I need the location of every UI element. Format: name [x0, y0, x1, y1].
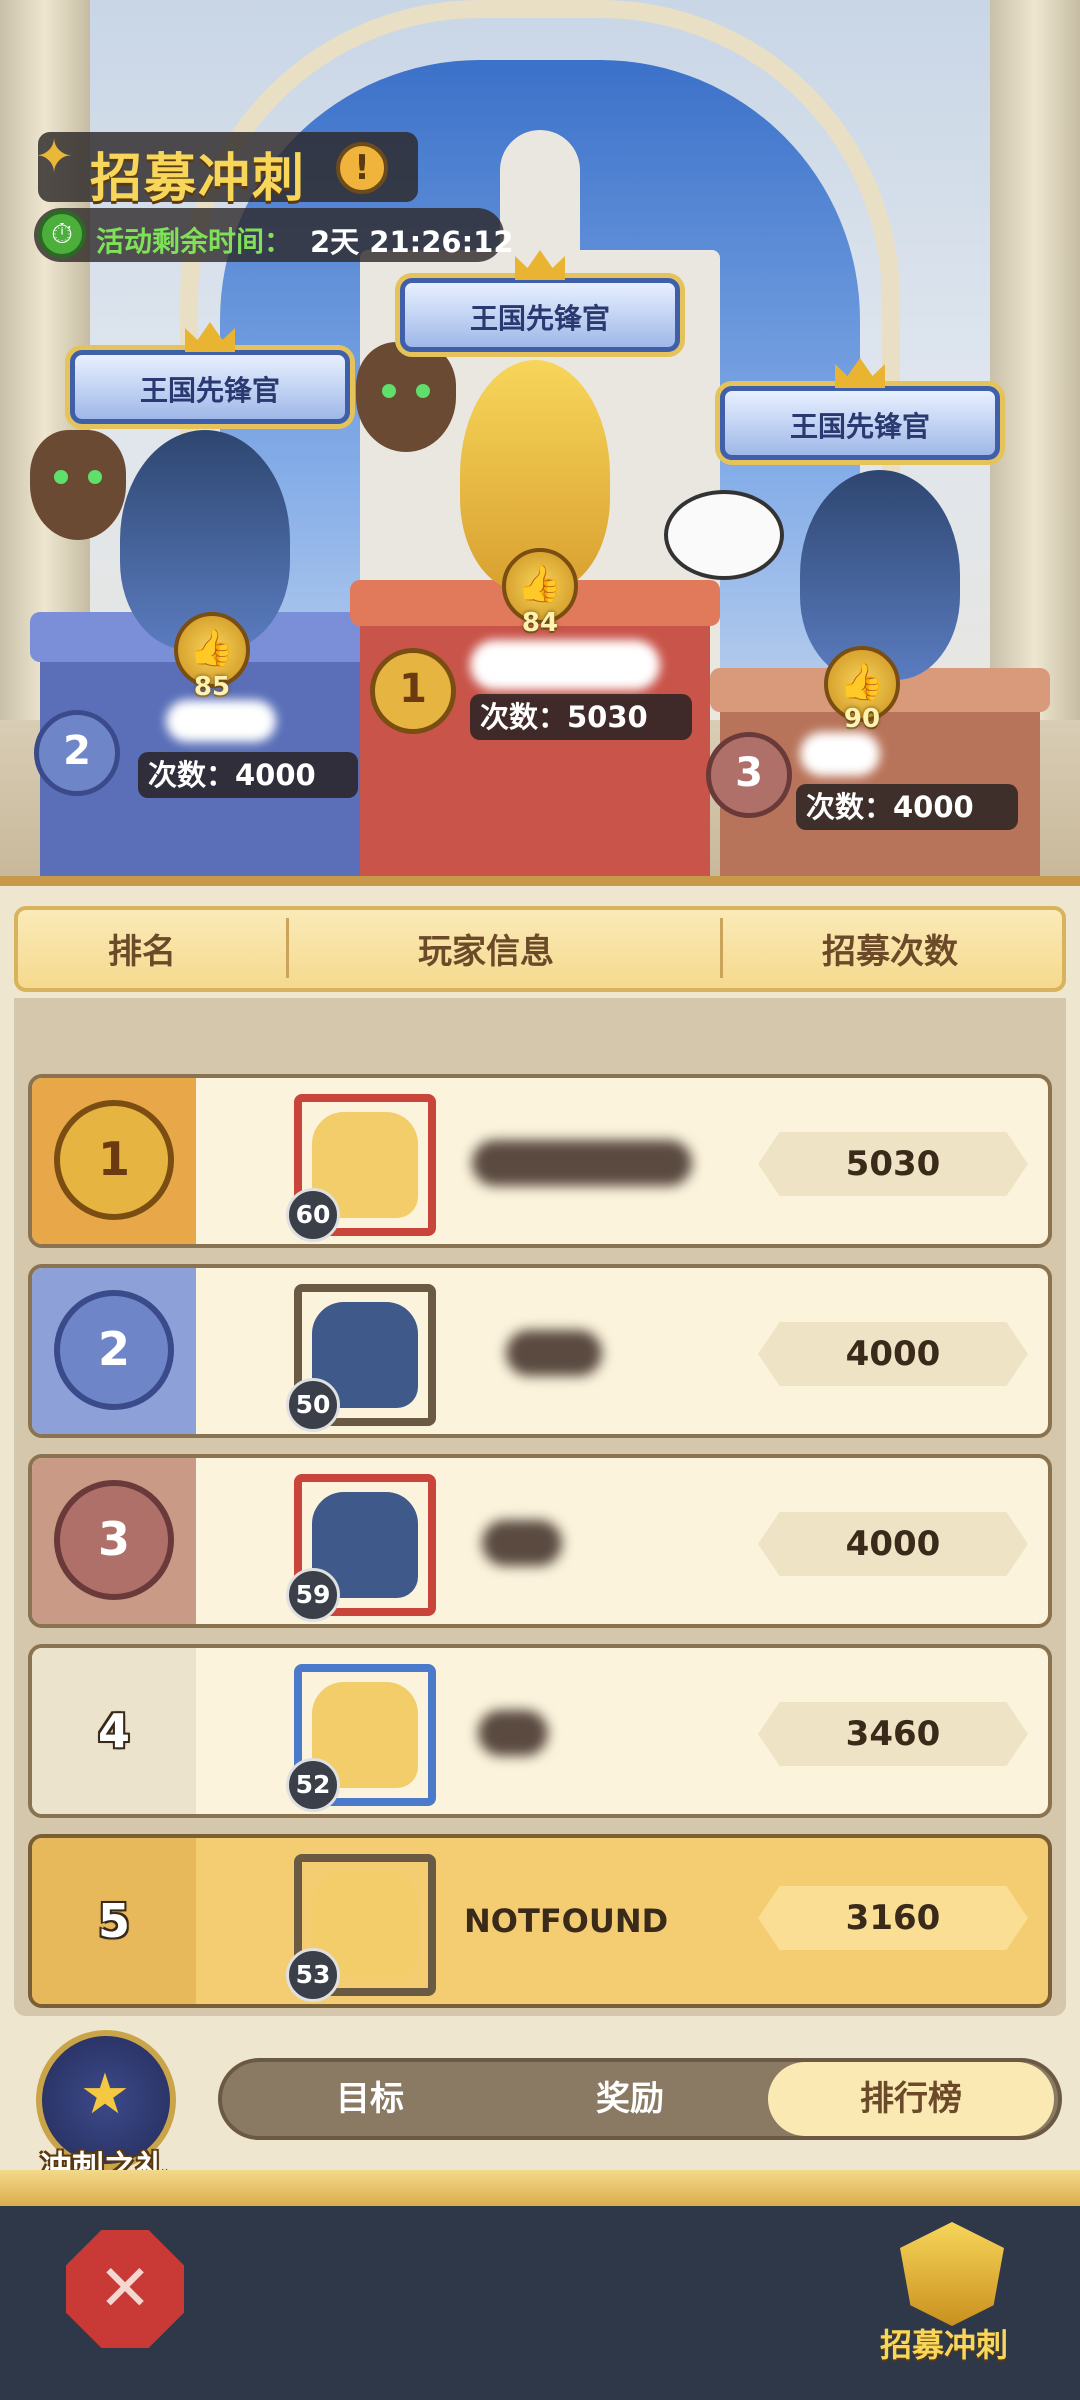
banner-text: 王国先锋官	[789, 410, 930, 443]
rank-3-medal-icon: 3	[706, 732, 792, 818]
recruit-count: 4000	[758, 1322, 1028, 1386]
title-banner-third: 王国先锋官	[720, 386, 1000, 460]
rank-1-medal-icon: 1	[370, 648, 456, 734]
level-badge: 60	[286, 1188, 340, 1242]
level-badge: 59	[286, 1568, 340, 1622]
rank-1-medal-icon: 1	[54, 1100, 174, 1220]
groot-pet-left	[30, 430, 126, 540]
blurred-name-second	[166, 700, 276, 742]
recruit-count: 5030	[758, 1132, 1028, 1196]
event-title: 招募冲刺	[90, 149, 307, 209]
tab-leaderboard[interactable]: 排行榜	[768, 2062, 1054, 2136]
title-banner-first: 王国先锋官	[400, 278, 680, 352]
recruit-count: 3460	[758, 1702, 1028, 1766]
blurred-name	[478, 1710, 548, 1756]
count-second: 次数：4000	[138, 752, 358, 798]
recruit-count: 3160	[758, 1886, 1028, 1950]
info-icon[interactable]: !	[336, 142, 388, 194]
blurred-name-third	[800, 732, 880, 776]
banner-text: 王国先锋官	[139, 374, 280, 407]
table-row[interactable]: 1 60 ✦ 5030	[28, 1074, 1052, 1248]
recruit-count: 4000	[758, 1512, 1028, 1576]
table-row[interactable]: 3 59 4000	[28, 1454, 1052, 1628]
blurred-name	[482, 1520, 562, 1566]
header-player: 玩家信息	[418, 932, 554, 972]
table-row-self[interactable]: 5 53 NOTFOUND 3160	[28, 1834, 1052, 2008]
header-divider	[286, 918, 289, 978]
tab-rewards[interactable]: 奖励	[500, 2062, 760, 2136]
crossed-swords-icon: ✕	[98, 2252, 152, 2326]
recruit-sprint-label: 招募冲刺	[880, 2326, 1009, 2364]
blurred-name	[506, 1330, 602, 1376]
rank-number: 5	[97, 1894, 130, 1948]
clock-icon: ⏱	[38, 210, 86, 258]
like-count-second: 85	[193, 672, 231, 702]
like-count-first: 84	[521, 608, 559, 638]
podium-scene: 王国先锋官 王国先锋官 王国先锋官 👍 85 👍 84 👍 90 2 1 3 次…	[0, 0, 1080, 880]
panda-pet	[664, 490, 784, 580]
panel-border	[0, 876, 1080, 886]
hero-third[interactable]	[800, 470, 960, 680]
level-badge: 50	[286, 1378, 340, 1432]
table-row[interactable]: 4 52 3460	[28, 1644, 1052, 1818]
level-badge: 52	[286, 1758, 340, 1812]
level-badge: 53	[286, 1948, 340, 2002]
star-icon: ✦	[34, 129, 74, 183]
header-rank: 排名	[108, 932, 176, 972]
player-name: NOTFOUND	[464, 1902, 669, 1940]
rank-2-medal-icon: 2	[34, 710, 120, 796]
trophy-icon: ★	[79, 2062, 131, 2127]
blurred-name-first	[470, 640, 660, 690]
timer-value: 2天 21:26:12	[310, 225, 514, 259]
title-banner-second: 王国先锋官	[70, 350, 350, 424]
rank-number: 4	[97, 1704, 130, 1758]
header-divider	[720, 918, 723, 978]
count-third: 次数：4000	[796, 784, 1018, 830]
rank-3-medal-icon: 3	[54, 1480, 174, 1600]
count-first: 次数：5030	[470, 694, 692, 740]
bottom-edge	[0, 2170, 1080, 2210]
timer-label: 活动剩余时间：	[96, 225, 293, 258]
tab-goals[interactable]: 目标	[240, 2062, 500, 2136]
table-row[interactable]: 2 50 4000	[28, 1264, 1052, 1438]
like-count-third: 90	[843, 704, 881, 734]
banner-text: 王国先锋官	[469, 302, 610, 335]
blurred-name	[472, 1140, 692, 1186]
rank-2-medal-icon: 2	[54, 1290, 174, 1410]
header-count: 招募次数	[822, 932, 958, 972]
groot-pet-middle	[356, 342, 456, 452]
